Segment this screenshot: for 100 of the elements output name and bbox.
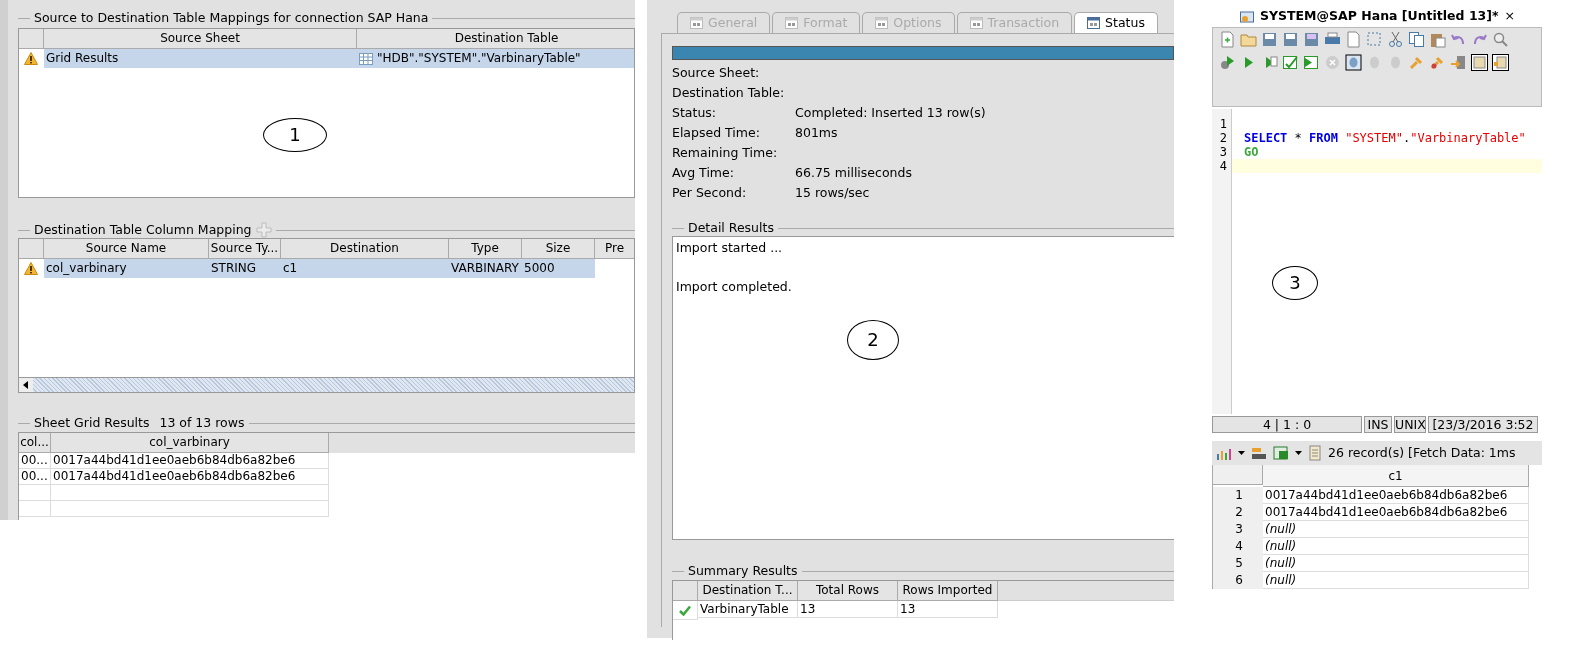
caret-icon <box>1295 451 1302 455</box>
row-number: 5 <box>1213 555 1263 572</box>
table-cell: (null) <box>1263 521 1529 538</box>
grid-play-icon <box>1303 54 1320 71</box>
line-number: 2 <box>1218 131 1227 145</box>
table-cell[interactable]: VARBINARY <box>449 259 522 278</box>
field-label: Source Sheet: <box>672 64 761 82</box>
copy-icon <box>1408 31 1425 48</box>
field-value: Completed: Inserted 13 row(s) <box>795 104 986 122</box>
stop-icon <box>1324 54 1341 71</box>
record-count: 26 record(s) [Fetch Data: 1ms <box>1328 443 1516 462</box>
tab[interactable]: Status <box>1074 12 1158 33</box>
table-cell: 0017a44bd41d1ee0aeb6b84db6a82be6 <box>51 469 329 485</box>
table-cell: 13 <box>798 601 898 618</box>
status-field: 4 | 1 : 0 <box>1212 416 1362 433</box>
chart-icon <box>1216 446 1232 460</box>
column-header: Source Ty... <box>209 239 281 259</box>
table-icon <box>359 52 373 65</box>
column-header <box>19 239 44 259</box>
column-header: Source Sheet <box>44 29 357 49</box>
column-header: Destination <box>281 239 449 259</box>
group-title: Source to Destination Table Mappings for connection SAP Hana <box>34 8 429 27</box>
caret-icon <box>1238 451 1245 455</box>
empty-cell <box>19 485 51 501</box>
table-cell: (null) <box>1263 538 1529 555</box>
log-line: Import completed. <box>676 277 793 296</box>
table-cell[interactable]: Grid Results <box>44 49 357 68</box>
line-number: 3 <box>1218 145 1227 159</box>
table-cell: 0017a44bd41d1ee0aeb6b84db6a82be6 <box>51 453 329 469</box>
export-icon <box>1251 446 1267 460</box>
column-header: Rows Imported <box>898 581 998 601</box>
table-cell: (null) <box>1263 555 1529 572</box>
row-number: 3 <box>1213 521 1263 538</box>
row-number: 4 <box>1213 538 1263 555</box>
table-cell: 13 <box>898 601 998 618</box>
tab-title: SYSTEM@SAP Hana [Untitled 13]* <box>1260 7 1499 26</box>
database-icon <box>1345 54 1362 71</box>
field-value: 801ms <box>795 124 838 142</box>
table-cell: VarbinaryTable <box>698 601 798 618</box>
group-title: Summary Results <box>688 561 798 580</box>
table-cell[interactable]: 5000 <box>522 259 595 278</box>
field-value: 66.75 milliseconds <box>795 164 912 182</box>
column-header: Destination T... <box>698 581 798 601</box>
column-header: Source Name <box>44 239 209 259</box>
add-icon <box>255 222 272 238</box>
scissors-icon <box>1387 31 1404 48</box>
grid-check-icon <box>1282 54 1299 71</box>
gear-play-icon <box>1219 54 1236 71</box>
column-header: col_varbinary <box>51 433 329 453</box>
spreadsheet-icon <box>1273 446 1289 460</box>
selection-icon <box>1366 31 1383 48</box>
group-title: Sheet Grid Results <box>34 413 150 432</box>
row-number: 1 <box>1213 487 1263 504</box>
field-value: 15 rows/sec <box>795 184 870 202</box>
field-label: Per Second: <box>672 184 748 202</box>
line-number: 1 <box>1218 117 1227 131</box>
column-header: Destination Table <box>357 29 634 49</box>
close-button[interactable]: × <box>1504 7 1516 26</box>
code-line: SELECT * FROM "SYSTEM"."VarbinaryTable" <box>1243 131 1527 145</box>
column-header <box>19 29 44 49</box>
folder-icon <box>1240 31 1257 48</box>
table-cell: (null) <box>1263 572 1529 589</box>
column-header: Type <box>449 239 522 259</box>
table-cell: 0017a44bd41d1ee0aeb6b84db6a82be6 <box>1263 487 1529 504</box>
import-icon <box>1450 54 1467 71</box>
group-title: Destination Table Column Mapping <box>34 220 252 239</box>
window-icon <box>785 17 799 29</box>
window-icon <box>875 17 889 29</box>
column-header: Total Rows <box>798 581 898 601</box>
row-number: 6 <box>1213 572 1263 589</box>
clipboard-icon <box>1429 31 1446 48</box>
group-title: Detail Results <box>688 218 774 237</box>
column-header: c1 <box>1263 465 1529 487</box>
status-field: INS <box>1364 416 1392 433</box>
grid-icon <box>1492 54 1509 71</box>
grid-icon <box>1471 54 1488 71</box>
scroll-icon <box>1308 445 1322 461</box>
field-label: Avg Time: <box>672 164 735 182</box>
log-line: Import started ... <box>676 239 784 257</box>
table-cell: 00... <box>19 469 51 485</box>
document-icon <box>1345 31 1362 48</box>
table-cell[interactable]: col_varbinary <box>44 259 209 278</box>
field-label: Elapsed Time: <box>672 124 761 142</box>
table-cell: 0017a44bd41d1ee0aeb6b84db6a82be6 <box>1263 504 1529 521</box>
field-label: Remaining Time: <box>672 144 779 162</box>
table-cell[interactable]: STRING <box>209 259 281 278</box>
row-count: 13 of 13 rows <box>159 413 245 432</box>
window-icon <box>969 17 983 29</box>
status-field: [23/3/2016 3:52 <box>1428 416 1538 433</box>
magnifier-icon <box>1492 31 1509 48</box>
line-number: 4 <box>1218 159 1227 173</box>
column-header: Size <box>522 239 595 259</box>
horizontal-scrollbar[interactable] <box>19 377 634 392</box>
table-cell[interactable]: c1 <box>281 259 449 278</box>
status-field: UNIX <box>1394 416 1426 433</box>
column-header: Pre <box>595 239 634 259</box>
empty-cell <box>19 501 51 517</box>
field-label: Status: <box>672 104 718 122</box>
database-icon <box>1240 9 1254 24</box>
table-cell: 00... <box>19 453 51 469</box>
